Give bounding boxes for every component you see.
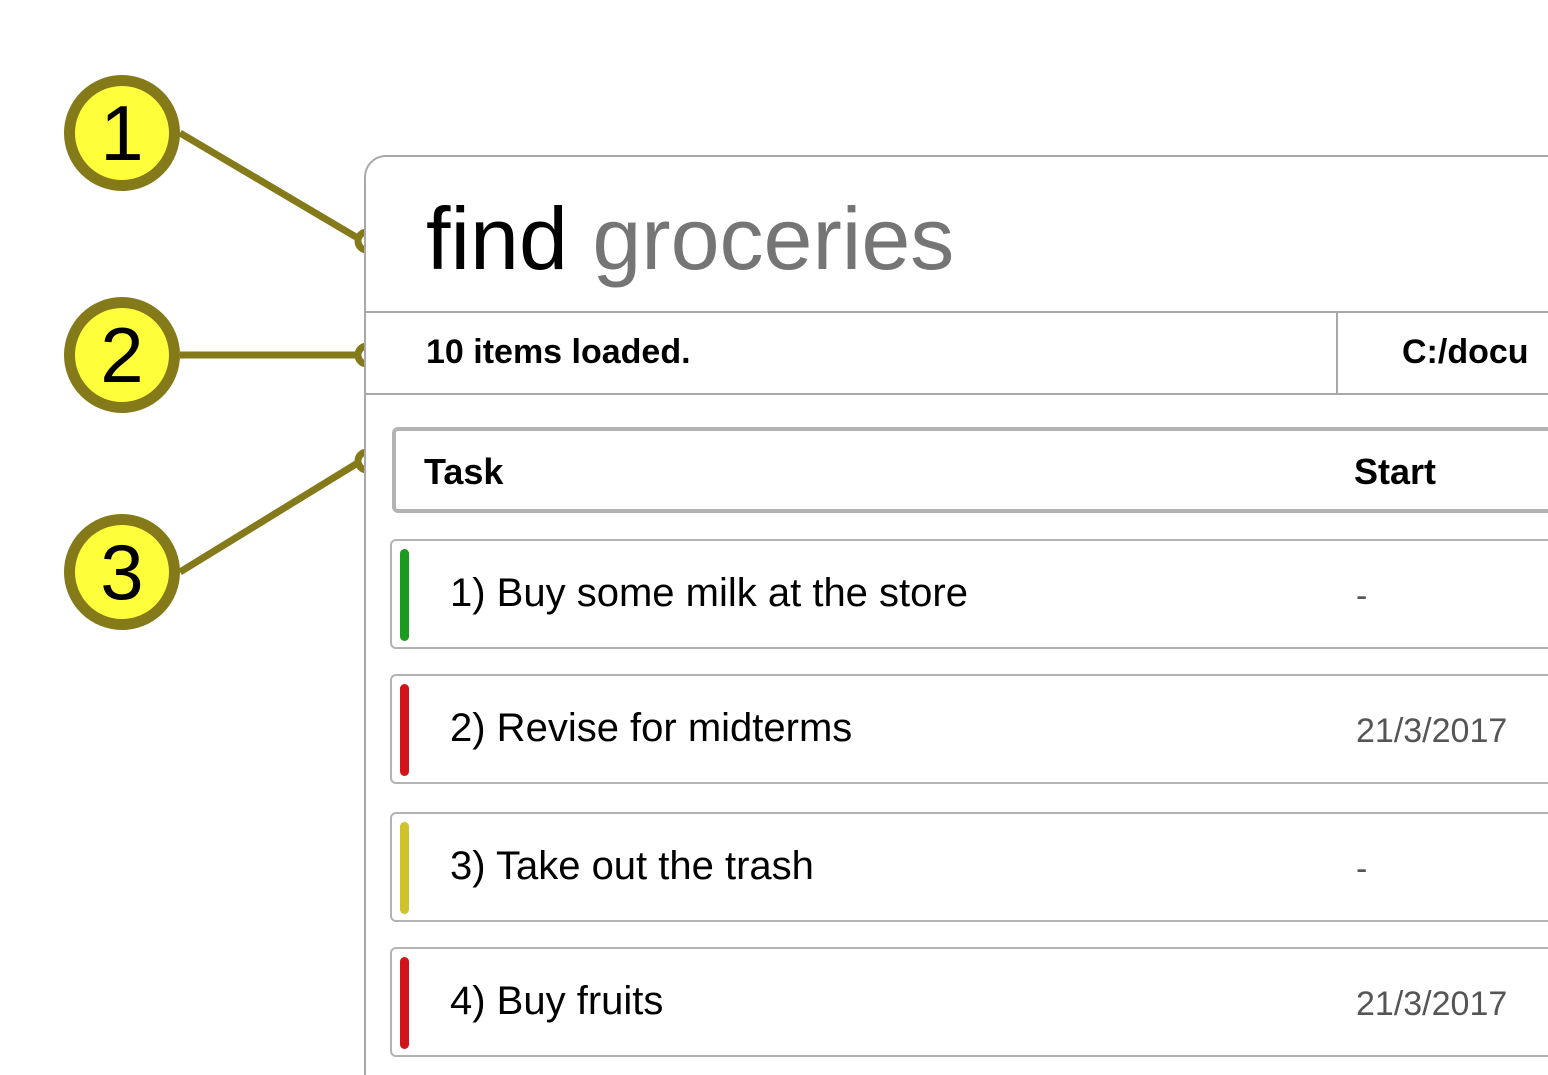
task-name: 3) Take out the trash (450, 844, 814, 888)
status-divider (1336, 311, 1338, 393)
task-name: 2) Revise for midterms (450, 706, 853, 750)
task-start-date: - (1356, 850, 1368, 888)
callout-3: 3 (64, 514, 180, 630)
command-input[interactable]: find groceries (426, 195, 954, 283)
task-row[interactable]: 4) Buy fruits 21/3/2017 (390, 947, 1548, 1057)
callout-number: 2 (100, 311, 144, 399)
leader-line-1 (178, 129, 358, 241)
callout-number: 1 (100, 89, 144, 177)
command-keyword: find (426, 189, 568, 288)
priority-indicator (400, 684, 409, 776)
task-start-date: - (1356, 577, 1368, 615)
status-message: 10 items loaded. (426, 333, 691, 371)
priority-indicator (400, 549, 409, 641)
app-window: find groceries 10 items loaded. C:/docu … (364, 155, 1548, 1075)
callout-2: 2 (64, 297, 180, 413)
status-bar: 10 items loaded. C:/docu (366, 311, 1548, 395)
column-header-task[interactable]: Task (424, 451, 503, 493)
file-path: C:/docu (1402, 333, 1529, 371)
task-name: 4) Buy fruits (450, 979, 664, 1023)
command-argument: groceries (592, 189, 955, 288)
task-row[interactable]: 1) Buy some milk at the store - (390, 539, 1548, 649)
task-start-date: 21/3/2017 (1356, 985, 1508, 1023)
task-table-header: Task Start (392, 427, 1548, 513)
task-start-date: 21/3/2017 (1356, 712, 1508, 750)
column-header-start[interactable]: Start (1354, 451, 1436, 493)
task-row[interactable]: 3) Take out the trash - (390, 812, 1548, 922)
priority-indicator (400, 822, 409, 914)
callout-number: 3 (100, 528, 144, 616)
leader-line-3 (178, 461, 358, 575)
priority-indicator (400, 957, 409, 1049)
task-name: 1) Buy some milk at the store (450, 571, 968, 615)
annotated-screenshot: 1 2 3 find groceries 10 items loaded. C:… (0, 0, 1548, 1075)
callout-1: 1 (64, 75, 180, 191)
task-row[interactable]: 2) Revise for midterms 21/3/2017 (390, 674, 1548, 784)
command-box[interactable]: find groceries (366, 157, 1548, 313)
